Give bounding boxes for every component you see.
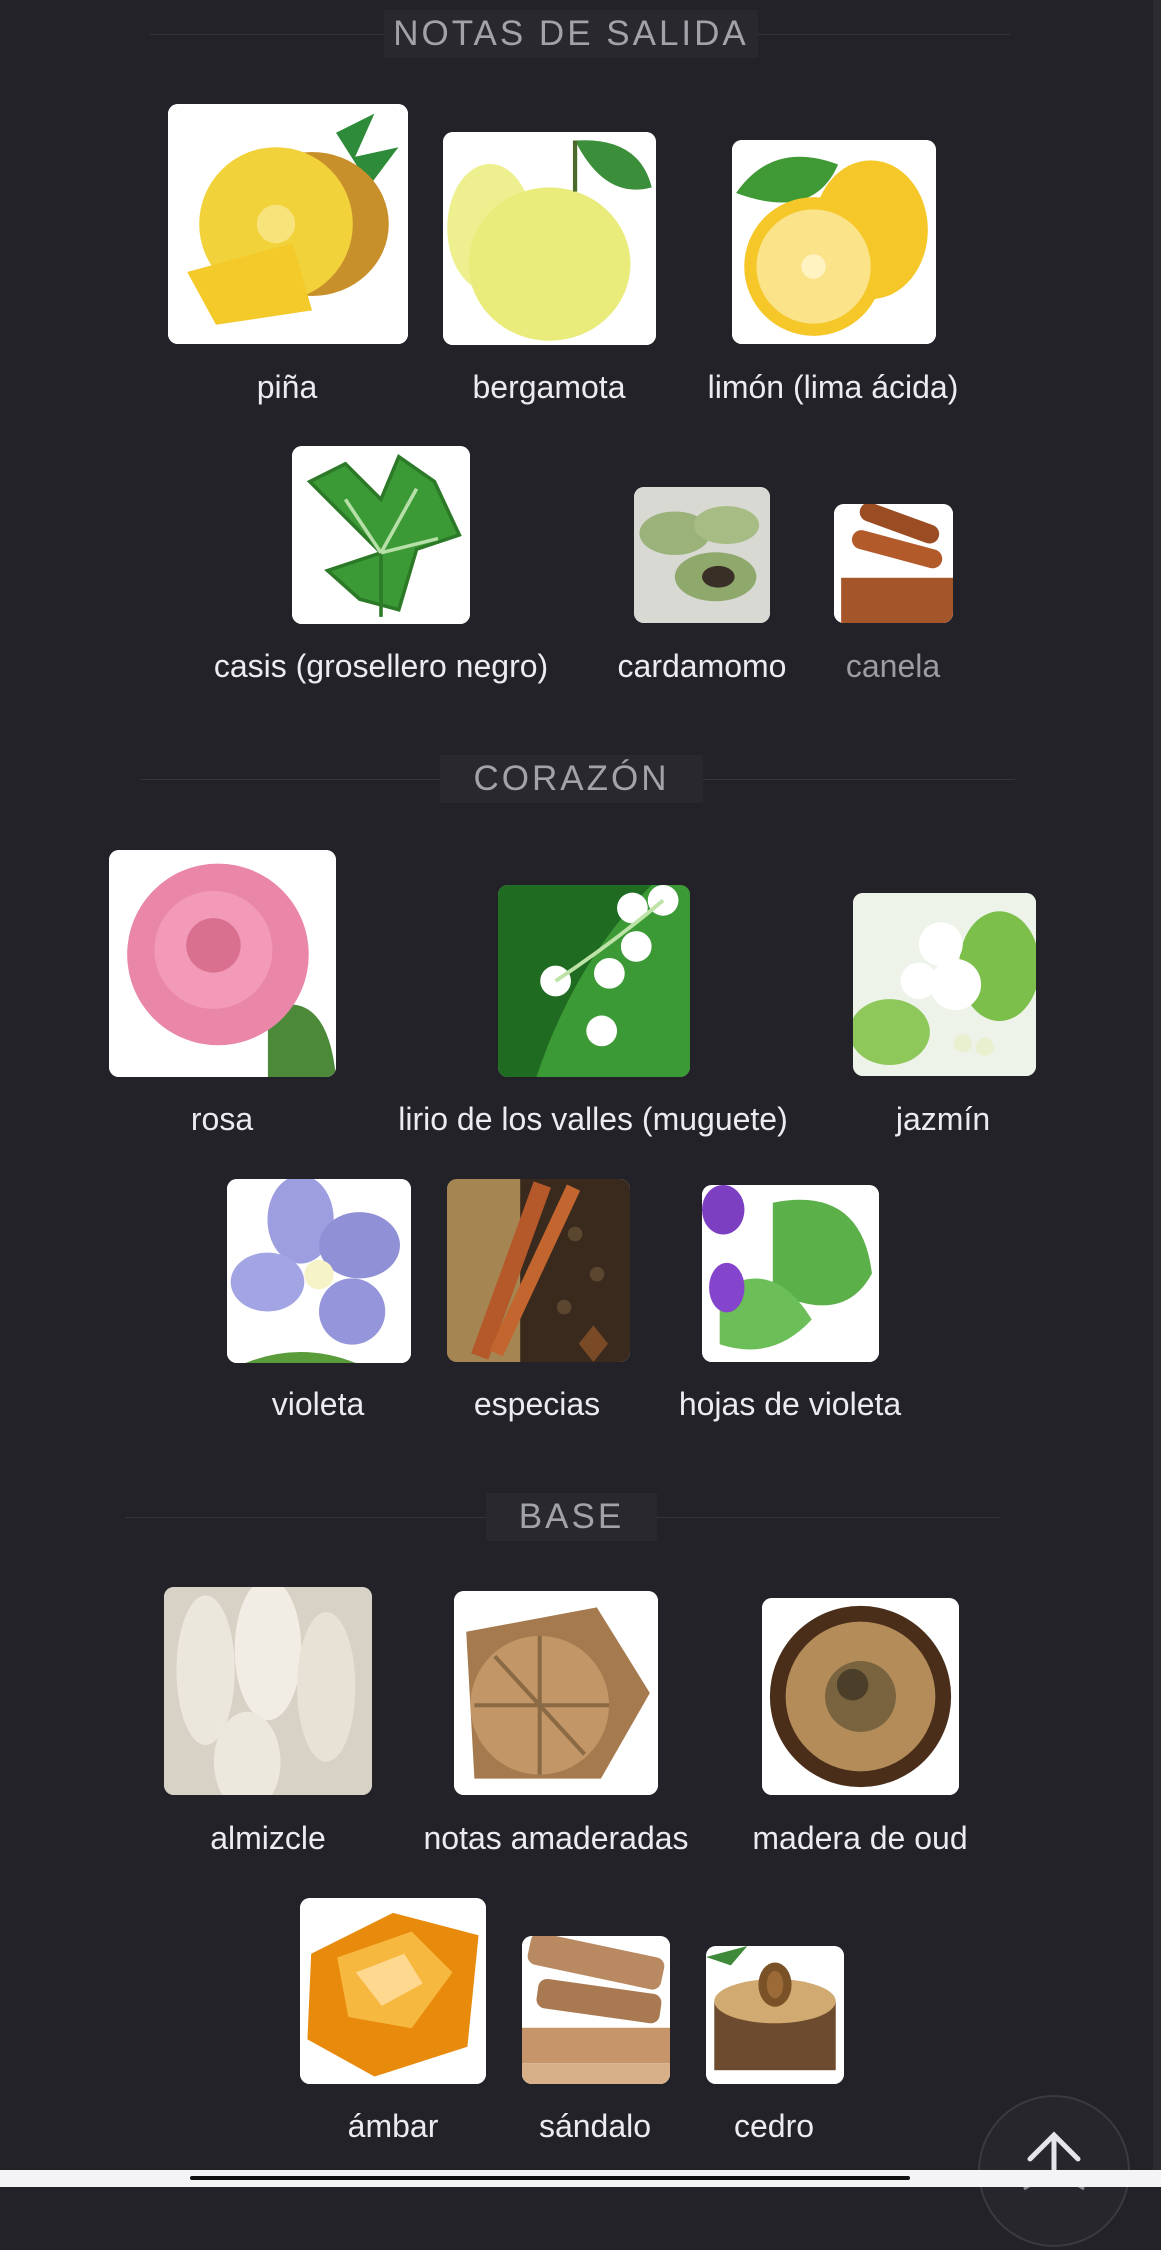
note-name: cedro bbox=[733, 2108, 815, 2144]
lily-of-the-valley-image[interactable] bbox=[498, 885, 690, 1077]
musk-image[interactable] bbox=[164, 1587, 372, 1795]
note-name: ámbar bbox=[347, 2108, 439, 2144]
note-name: piña bbox=[256, 369, 318, 405]
note-name: cardamomo bbox=[617, 648, 787, 684]
note-name: violeta bbox=[271, 1386, 365, 1422]
amber-image[interactable] bbox=[300, 1898, 486, 2084]
section-header: BASE bbox=[0, 1493, 1161, 1541]
note-name: limón (lima ácida) bbox=[707, 369, 959, 405]
note-name: rosa bbox=[190, 1101, 254, 1137]
section-title: NOTAS DE SALIDA bbox=[384, 10, 758, 58]
woody-notes-image[interactable] bbox=[454, 1591, 658, 1795]
cedar-image[interactable] bbox=[706, 1946, 844, 2084]
blackcurrant-leaf-image[interactable] bbox=[292, 446, 470, 624]
jasmine-image[interactable] bbox=[853, 893, 1036, 1076]
bergamot-image[interactable] bbox=[443, 132, 656, 345]
note-name: bergamota bbox=[472, 369, 626, 405]
section-divider bbox=[150, 34, 384, 35]
note-name: notas amaderadas bbox=[423, 1820, 689, 1856]
home-indicator bbox=[190, 2176, 910, 2180]
section-divider bbox=[758, 34, 1010, 35]
pineapple-image[interactable] bbox=[168, 104, 408, 344]
note-name: casis (grosellero negro) bbox=[213, 648, 549, 684]
section-divider bbox=[140, 779, 440, 780]
cardamom-image[interactable] bbox=[634, 487, 770, 623]
spices-image[interactable] bbox=[447, 1179, 630, 1362]
note-name: madera de oud bbox=[752, 1820, 968, 1856]
lemon-image[interactable] bbox=[732, 140, 936, 344]
note-name: jazmín bbox=[895, 1101, 991, 1137]
section-header: CORAZÓN bbox=[0, 755, 1161, 803]
section-divider bbox=[703, 779, 1015, 780]
section-divider bbox=[657, 1517, 1000, 1518]
note-name: lirio de los valles (muguete) bbox=[398, 1101, 788, 1137]
section-header: NOTAS DE SALIDA bbox=[0, 10, 1161, 58]
sandalwood-image[interactable] bbox=[522, 1936, 670, 2084]
note-name: almizcle bbox=[210, 1820, 326, 1856]
notes-pyramid: NOTAS DE SALIDA piña bergamota limón (lima … bbox=[0, 0, 1161, 2247]
section-title: CORAZÓN bbox=[440, 755, 703, 803]
note-name: canela bbox=[845, 648, 941, 684]
note-name: especias bbox=[473, 1386, 601, 1422]
violet-leaves-image[interactable] bbox=[702, 1185, 879, 1362]
section-divider bbox=[125, 1517, 486, 1518]
section-title: BASE bbox=[486, 1493, 657, 1541]
violet-image[interactable] bbox=[227, 1179, 411, 1363]
cinnamon-image[interactable] bbox=[834, 504, 953, 623]
note-name: hojas de violeta bbox=[678, 1386, 902, 1422]
note-name: sándalo bbox=[538, 2108, 652, 2144]
oud-wood-image[interactable] bbox=[762, 1598, 959, 1795]
scroll-edge bbox=[1153, 0, 1161, 2187]
rose-image[interactable] bbox=[109, 850, 336, 1077]
browser-bottom-bar bbox=[0, 2170, 1161, 2187]
